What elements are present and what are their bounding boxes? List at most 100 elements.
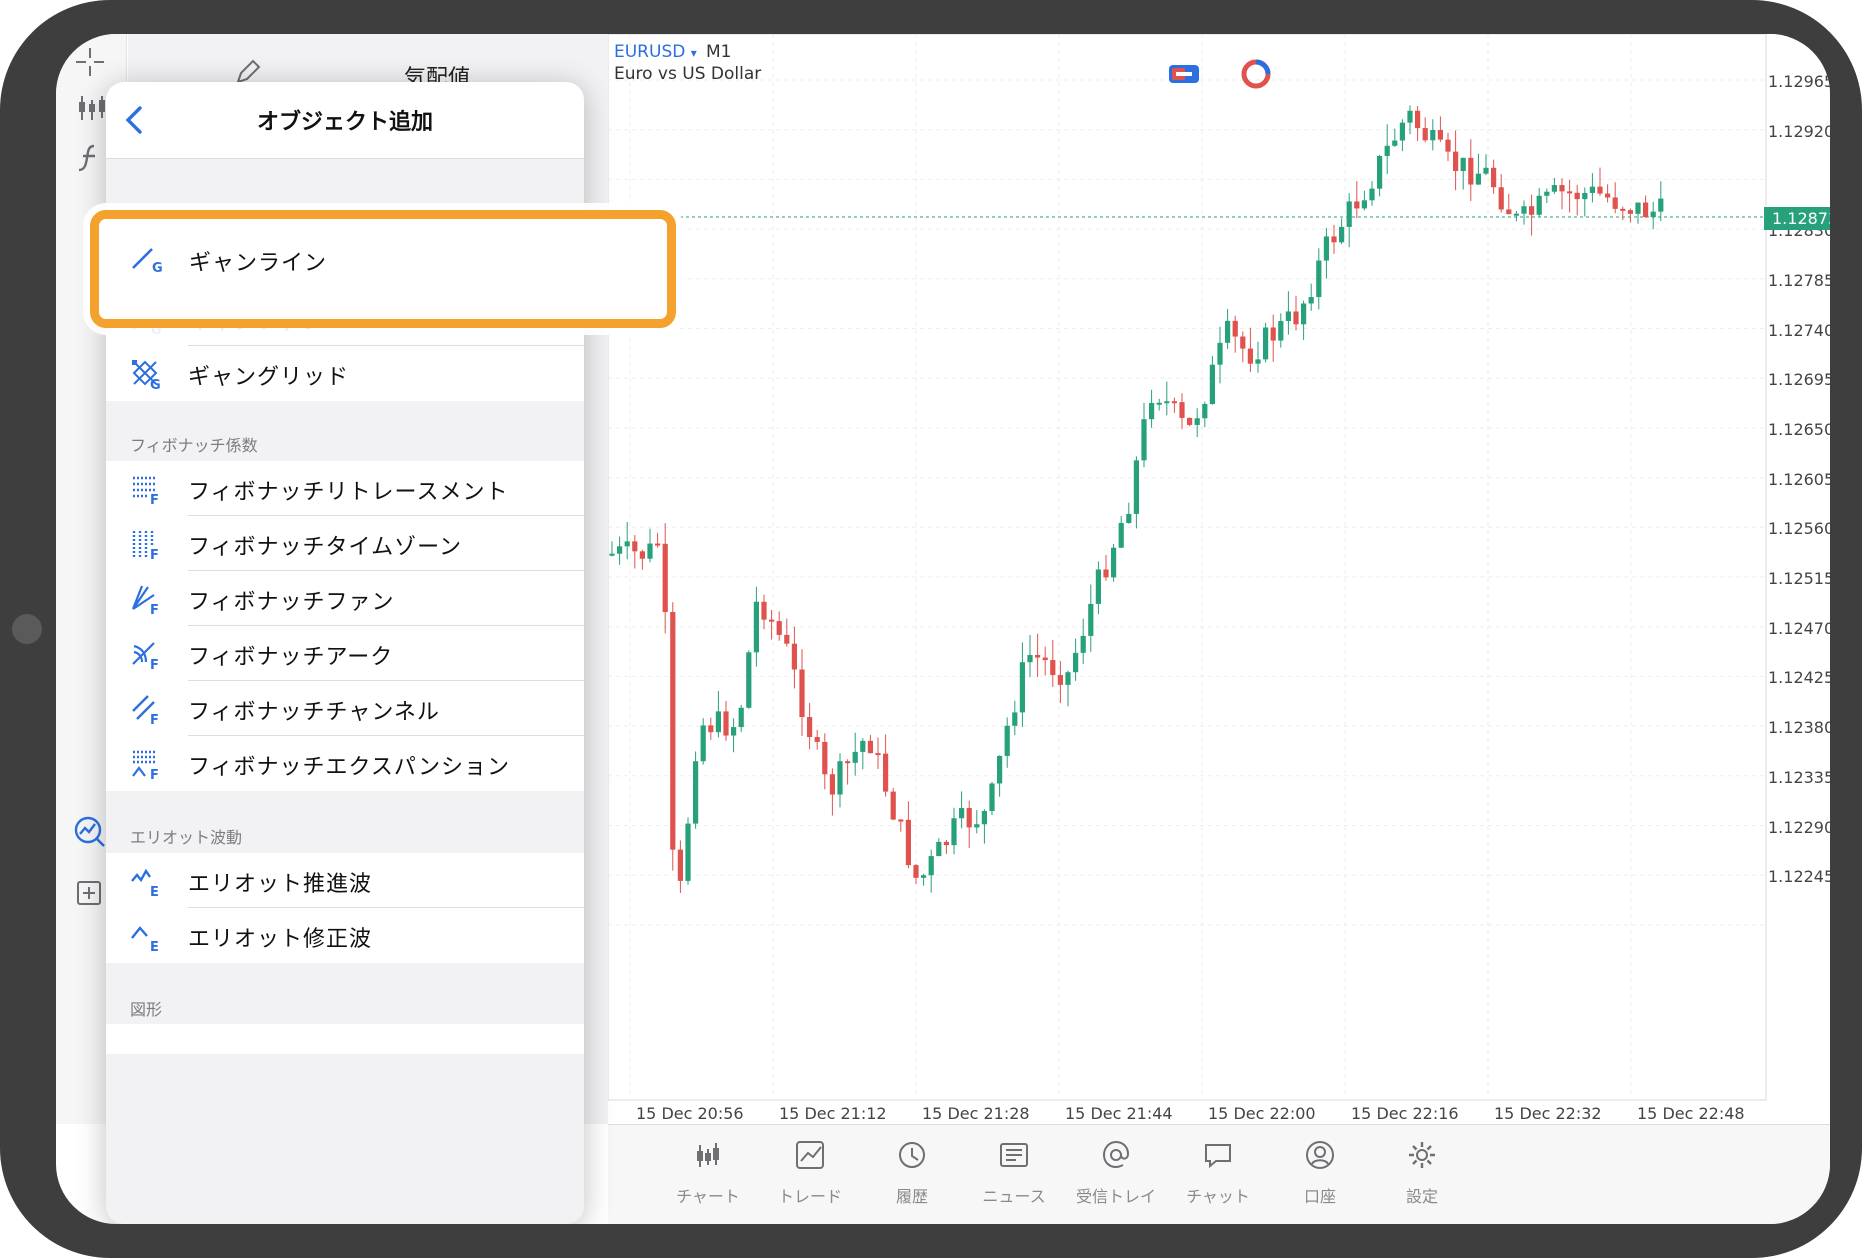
- object-item-elliott-correction[interactable]: E エリオット修正波: [106, 908, 584, 963]
- crosshair-icon[interactable]: [72, 44, 108, 80]
- object-item-fib-expansion[interactable]: F フィボナッチエクスパンション: [106, 736, 584, 791]
- tab-inbox[interactable]: 受信トレイ: [1066, 1125, 1166, 1224]
- candle-body: [860, 740, 866, 752]
- candle-body: [1377, 156, 1383, 189]
- candle-body: [1483, 167, 1489, 174]
- candle-body: [1042, 657, 1048, 661]
- candle-body: [1437, 130, 1443, 140]
- account-tab-icon: [1304, 1139, 1336, 1171]
- time-label: 15 Dec 21:44: [1065, 1104, 1173, 1123]
- popover-title: オブジェクト追加: [256, 110, 433, 135]
- candle-body: [685, 823, 691, 881]
- candle-body: [966, 808, 972, 828]
- candle-body: [1635, 202, 1641, 214]
- candle-body: [814, 737, 820, 742]
- add-object-icon[interactable]: [72, 874, 108, 910]
- one-click-trade-icon[interactable]: [1168, 62, 1200, 86]
- candle-body: [905, 819, 911, 866]
- tab-history[interactable]: 履歴: [862, 1125, 962, 1224]
- timer-icon[interactable]: [1240, 58, 1272, 90]
- candle-body: [1589, 186, 1595, 193]
- candle-body: [1453, 151, 1459, 172]
- tab-chart[interactable]: チャート: [658, 1125, 758, 1224]
- indicator-icon[interactable]: [72, 140, 108, 176]
- candle-body: [1187, 417, 1193, 425]
- candle-body: [1354, 201, 1360, 209]
- candle-body: [1498, 187, 1504, 210]
- candle-body: [1255, 359, 1261, 364]
- symbol-name[interactable]: EURUSD ▾: [614, 42, 697, 62]
- candle-body: [951, 818, 957, 846]
- candle-body: [647, 543, 653, 559]
- tab-account[interactable]: 口座: [1270, 1125, 1370, 1224]
- candle-body: [1247, 348, 1253, 364]
- object-item-gann-grid[interactable]: G ギャングリッド: [106, 346, 584, 401]
- svg-text:F: F: [150, 493, 159, 505]
- tab-settings[interactable]: 設定: [1372, 1125, 1472, 1224]
- candle-body: [1149, 402, 1155, 420]
- object-item-label: フィボナッチエクスパンション: [188, 755, 511, 780]
- timeframe[interactable]: M1: [706, 42, 731, 62]
- candle-body: [715, 711, 721, 733]
- chat-tab-icon: [1202, 1139, 1234, 1171]
- price-chart[interactable]: [608, 34, 1768, 1102]
- candle-body: [1346, 201, 1352, 227]
- object-item-label: フィボナッチアーク: [188, 645, 394, 670]
- object-item-fib-fan[interactable]: F フィボナッチファン: [106, 571, 584, 626]
- candle-body: [738, 707, 744, 728]
- current-price-tag: 1.12873: [1764, 207, 1830, 230]
- price-level-label: 1.12470: [1768, 618, 1830, 638]
- tab-news[interactable]: ニュース: [964, 1125, 1064, 1224]
- candle-body: [943, 841, 949, 846]
- candle-body: [670, 612, 676, 850]
- chart-tab-icon: [692, 1139, 724, 1171]
- symbol-dropdown-icon[interactable]: ▾: [691, 46, 697, 60]
- candle-body: [822, 741, 828, 775]
- candle-body: [981, 810, 987, 825]
- svg-text:F: F: [150, 768, 159, 780]
- candle-body: [1597, 186, 1603, 194]
- object-item-fib-timezone[interactable]: F フィボナッチタイムゾーン: [106, 516, 584, 571]
- shapes-item-partial[interactable]: [106, 1024, 584, 1054]
- candle-body: [1141, 419, 1147, 461]
- time-label: 15 Dec 22:16: [1351, 1104, 1459, 1123]
- candle-body: [693, 761, 699, 824]
- popover-header: オブジェクト追加: [106, 82, 584, 159]
- object-item-label: フィボナッチチャンネル: [188, 700, 440, 725]
- candle-body: [791, 643, 797, 670]
- analytics-icon[interactable]: [72, 814, 108, 850]
- tab-label: 受信トレイ: [1075, 1187, 1156, 1206]
- candle-body: [1369, 188, 1375, 201]
- svg-text:G: G: [150, 378, 161, 390]
- symbol-text: EURUSD: [614, 42, 686, 62]
- fib-fan-icon: F: [130, 583, 162, 618]
- candle-body: [799, 669, 805, 718]
- candle-body: [921, 875, 927, 878]
- price-level-label: 1.12380: [1768, 718, 1830, 738]
- svg-text:E: E: [150, 885, 159, 897]
- candle-body: [1521, 206, 1527, 214]
- price-level-label: 1.12515: [1768, 569, 1830, 588]
- object-item-fib-retracement[interactable]: F フィボナッチリトレースメント: [106, 461, 584, 516]
- candle-body: [1574, 192, 1580, 200]
- device-frame: 気配値 EURUSD ▾ M1 Euro vs US Dollar 1.1296…: [0, 0, 1862, 1258]
- candle-body: [1650, 211, 1656, 218]
- object-item-fib-arc[interactable]: F フィボナッチアーク: [106, 626, 584, 681]
- candle-body: [1050, 660, 1056, 676]
- tab-chat[interactable]: チャット: [1168, 1125, 1268, 1224]
- candle-body: [1620, 208, 1626, 211]
- highlighted-gann-line-item[interactable]: [90, 210, 676, 328]
- candle-body: [1384, 145, 1390, 157]
- candle-body: [1012, 712, 1018, 726]
- chart-type-icon[interactable]: [72, 90, 108, 126]
- candle-body: [807, 717, 813, 738]
- object-item-elliott-impulse[interactable]: E エリオット推進波: [106, 853, 584, 908]
- candle-body: [1095, 569, 1101, 604]
- candle-body: [1544, 191, 1550, 196]
- candle-body: [1445, 139, 1451, 152]
- elliott-impulse-icon: E: [130, 865, 162, 900]
- candle-body: [1270, 327, 1276, 341]
- object-item-fib-channel[interactable]: F フィボナッチチャンネル: [106, 681, 584, 736]
- tab-trade[interactable]: トレード: [760, 1125, 860, 1224]
- candle-body: [1263, 327, 1269, 360]
